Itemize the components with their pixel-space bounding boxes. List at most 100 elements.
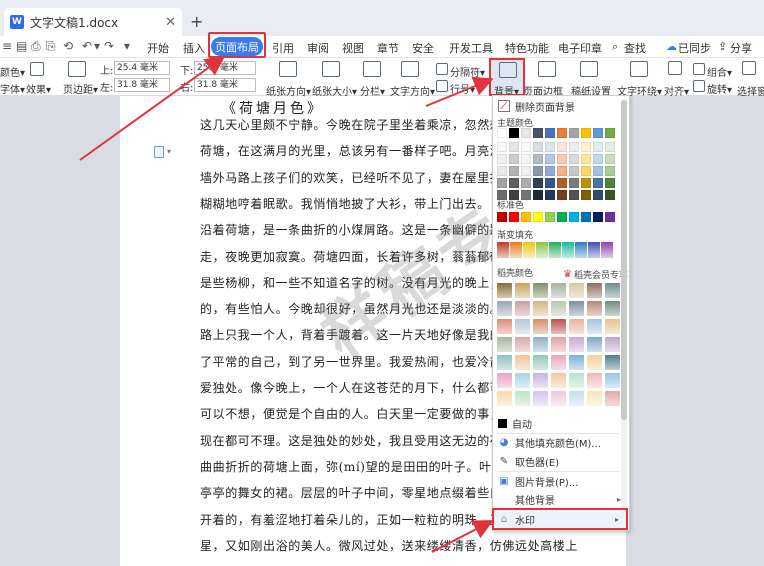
text-wrap-icon[interactable]	[630, 61, 648, 77]
gradient-swatch[interactable]	[497, 242, 509, 258]
color-swatch[interactable]	[557, 190, 567, 200]
color-swatch[interactable]	[593, 154, 603, 164]
color-swatch[interactable]	[593, 166, 603, 176]
palette-swatch[interactable]	[605, 391, 620, 406]
margin-right-input[interactable]: 31.8 毫米	[194, 78, 256, 92]
share-icon[interactable]: ⇪	[718, 40, 727, 53]
color-swatch[interactable]	[521, 154, 531, 164]
chevron-down-icon[interactable]: ▾	[167, 147, 171, 156]
palette-swatch[interactable]	[551, 337, 566, 352]
color-swatch[interactable]	[605, 166, 615, 176]
group-icon[interactable]	[693, 63, 705, 75]
gradient-swatch[interactable]	[549, 242, 561, 258]
color-swatch[interactable]	[545, 142, 555, 152]
color-swatch[interactable]	[581, 128, 591, 138]
color-swatch[interactable]	[545, 166, 555, 176]
menu-view[interactable]: 视图	[342, 40, 364, 56]
color-swatch[interactable]	[497, 128, 507, 138]
palette-swatch[interactable]	[533, 355, 548, 370]
color-swatch[interactable]	[569, 142, 579, 152]
color-swatch[interactable]	[509, 212, 519, 222]
color-swatch[interactable]	[593, 142, 603, 152]
color-swatch[interactable]	[557, 178, 567, 188]
color-swatch[interactable]	[605, 190, 615, 200]
menu-e-seal[interactable]: 电子印章	[558, 40, 602, 56]
color-swatch[interactable]	[533, 142, 543, 152]
palette-swatch[interactable]	[497, 391, 512, 406]
color-swatch[interactable]	[545, 190, 555, 200]
color-swatch[interactable]	[605, 178, 615, 188]
palette-swatch[interactable]	[515, 283, 530, 298]
color-swatch[interactable]	[557, 154, 567, 164]
auto-color-item[interactable]: 自动	[493, 414, 629, 432]
color-swatch[interactable]	[581, 190, 591, 200]
rotate-icon[interactable]	[693, 80, 705, 92]
color-swatch[interactable]	[569, 178, 579, 188]
page-break-icon[interactable]	[436, 63, 448, 75]
picture-background-item[interactable]: ▣ 图片背景(P)...	[493, 472, 629, 490]
color-swatch[interactable]	[605, 128, 615, 138]
color-swatch[interactable]	[509, 154, 519, 164]
palette-swatch[interactable]	[587, 355, 602, 370]
color-swatch[interactable]	[533, 178, 543, 188]
more-fill-colors-item[interactable]: ◕ 其他填充颜色(M)...	[493, 433, 629, 451]
color-swatch[interactable]	[545, 178, 555, 188]
color-swatch[interactable]	[581, 212, 591, 222]
menu-insert[interactable]: 插入	[183, 40, 205, 56]
palette-swatch[interactable]	[551, 301, 566, 316]
columns-icon[interactable]	[363, 61, 381, 77]
selection-pane-icon[interactable]	[742, 61, 756, 75]
color-swatch[interactable]	[509, 128, 519, 138]
share-button[interactable]: 分享	[730, 40, 752, 56]
undo-icon[interactable]: ↶	[82, 39, 92, 53]
print-icon[interactable]: ⎙	[31, 39, 41, 54]
palette-swatch[interactable]	[569, 391, 584, 406]
export-icon[interactable]: ⟲	[63, 39, 73, 53]
palette-swatch[interactable]	[569, 337, 584, 352]
search-button[interactable]: 查找	[624, 40, 646, 56]
color-swatch[interactable]	[605, 142, 615, 152]
color-swatch[interactable]	[581, 178, 591, 188]
palette-swatch[interactable]	[569, 319, 584, 334]
color-swatch[interactable]	[557, 212, 567, 222]
menu-review[interactable]: 审阅	[307, 40, 329, 56]
palette-swatch[interactable]	[515, 319, 530, 334]
color-swatch[interactable]	[605, 212, 615, 222]
color-swatch[interactable]	[521, 128, 531, 138]
palette-swatch[interactable]	[515, 391, 530, 406]
color-swatch[interactable]	[581, 142, 591, 152]
color-swatch[interactable]	[533, 212, 543, 222]
gradient-swatch[interactable]	[536, 242, 548, 258]
paper-setup-icon[interactable]	[580, 61, 598, 77]
margin-bottom-input[interactable]: 25.4 毫米	[194, 61, 256, 75]
gradient-swatch[interactable]	[523, 242, 535, 258]
gradient-swatch[interactable]	[575, 242, 587, 258]
color-swatch[interactable]	[569, 154, 579, 164]
palette-swatch[interactable]	[551, 283, 566, 298]
palette-swatch[interactable]	[497, 301, 512, 316]
color-swatch[interactable]	[509, 166, 519, 176]
color-swatch[interactable]	[521, 166, 531, 176]
group-button[interactable]: 组合▾	[707, 64, 732, 79]
menu-references[interactable]: 引用	[272, 40, 294, 56]
color-swatch[interactable]	[569, 166, 579, 176]
margins-icon[interactable]	[68, 61, 86, 77]
palette-swatch[interactable]	[569, 301, 584, 316]
palette-swatch[interactable]	[551, 355, 566, 370]
remove-background-item[interactable]: ⟋ 删除页面背景	[493, 97, 629, 115]
palette-swatch[interactable]	[533, 319, 548, 334]
other-background-item[interactable]: 其他背景 ▸	[493, 490, 629, 508]
palette-swatch[interactable]	[533, 301, 548, 316]
color-swatch[interactable]	[533, 190, 543, 200]
palette-swatch[interactable]	[497, 319, 512, 334]
rotate-button[interactable]: 旋转▾	[707, 81, 732, 96]
color-swatch[interactable]	[497, 166, 507, 176]
color-swatch[interactable]	[545, 154, 555, 164]
gradient-swatch[interactable]	[601, 242, 613, 258]
gradient-swatch[interactable]	[562, 242, 574, 258]
palette-swatch[interactable]	[515, 301, 530, 316]
gradient-swatch[interactable]	[588, 242, 600, 258]
color-swatch[interactable]	[521, 212, 531, 222]
selection-pane-button[interactable]: 选择窗	[737, 83, 764, 98]
palette-swatch[interactable]	[569, 373, 584, 388]
